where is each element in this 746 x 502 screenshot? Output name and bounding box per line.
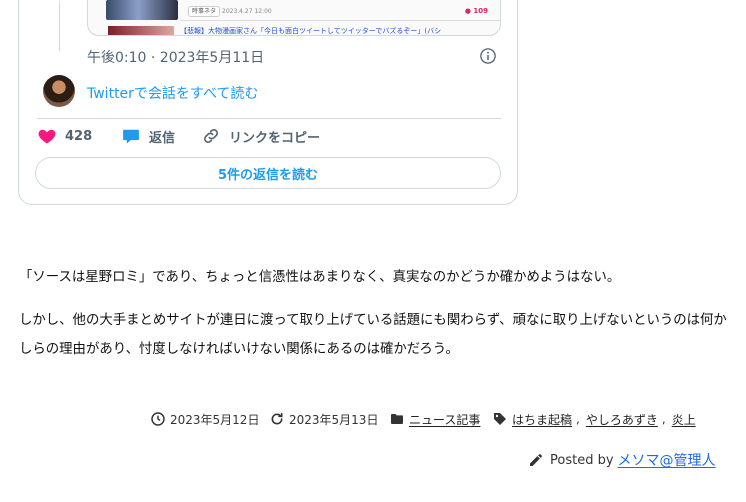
quoted-thumbnail-image xyxy=(106,0,178,20)
quoted-tweet-card[interactable]: 時事ネタ 2023.4.27 12:00 ● 109 【悲報】大物漫画家さん「今… xyxy=(87,0,501,36)
quoted-headline-link[interactable]: 【悲報】大物漫画家さん「今日も面白ツイートしてツイッターでバズるぞー」(バシ xyxy=(180,26,490,35)
posted-by-label: Posted by xyxy=(550,452,614,468)
read-replies-button[interactable]: 5件の返信を読む xyxy=(35,157,501,189)
article-paragraph: 「ソースは星野ロミ」であり、ちょっと信憑性はあまりなく、真実なのかどうか確かめよ… xyxy=(19,270,621,285)
category: ニュース記事 xyxy=(389,409,480,429)
tag-icon xyxy=(494,413,506,425)
copy-link-button[interactable]: リンクをコピー xyxy=(201,126,320,146)
pencil-icon xyxy=(530,454,542,466)
quoted-date: 2023.4.27 12:00 xyxy=(222,8,272,15)
modified-date: 2023年5月13日 xyxy=(269,409,378,429)
speech-bubble-icon xyxy=(123,129,139,144)
quoted-category-tag: 時事ネタ xyxy=(188,6,221,17)
tags: はちま起稿 , やしろあずき , 炎上 xyxy=(492,409,696,429)
tag-link-yashiro[interactable]: やしろあずき xyxy=(586,411,658,428)
embedded-tweet-card: 時事ネタ 2023.4.27 12:00 ● 109 【悲報】大物漫画家さん「今… xyxy=(18,0,518,205)
author-link[interactable]: メソマ@管理人 xyxy=(618,450,716,470)
tag-separator: , xyxy=(576,412,580,426)
published-date: 2023年5月12日 xyxy=(150,409,259,429)
info-icon[interactable] xyxy=(479,47,497,65)
modified-date-text: 2023年5月13日 xyxy=(289,412,379,427)
refresh-icon xyxy=(271,412,283,425)
link-icon xyxy=(204,129,218,143)
tag-link-hachima[interactable]: はちま起稿 xyxy=(512,411,572,428)
heart-icon xyxy=(38,129,56,144)
folder-icon xyxy=(391,414,403,424)
tag-link-enjou[interactable]: 炎上 xyxy=(672,411,696,428)
copy-link-label: リンクをコピー xyxy=(229,130,321,146)
author-byline: Posted by メソマ@管理人 xyxy=(528,450,716,470)
published-date-text: 2023年5月12日 xyxy=(170,412,260,427)
quote-thread-line xyxy=(59,1,60,51)
like-count: 428 xyxy=(65,128,93,144)
quoted-thumbnail-image-2 xyxy=(108,26,174,35)
read-conversation-link[interactable]: Twitterで会話をすべて読む xyxy=(87,83,258,103)
article-paragraph: しかし、他の大手まとめサイトが連日に渡って取り上げている話題にも関わらず、頑なに… xyxy=(19,313,727,357)
category-link[interactable]: ニュース記事 xyxy=(409,411,480,428)
card-divider xyxy=(37,118,501,119)
reply-button[interactable]: 返信 xyxy=(121,126,175,146)
quoted-divider xyxy=(180,20,500,21)
tweet-timestamp-link[interactable]: 午後0:10 · 2023年5月11日 xyxy=(87,47,264,67)
quoted-count-badge: ● 109 xyxy=(464,7,488,15)
reply-label: 返信 xyxy=(149,130,176,146)
clock-icon xyxy=(151,412,165,426)
avatar[interactable] xyxy=(43,75,75,107)
tag-separator: , xyxy=(661,412,666,426)
like-button[interactable]: 428 xyxy=(37,126,92,146)
